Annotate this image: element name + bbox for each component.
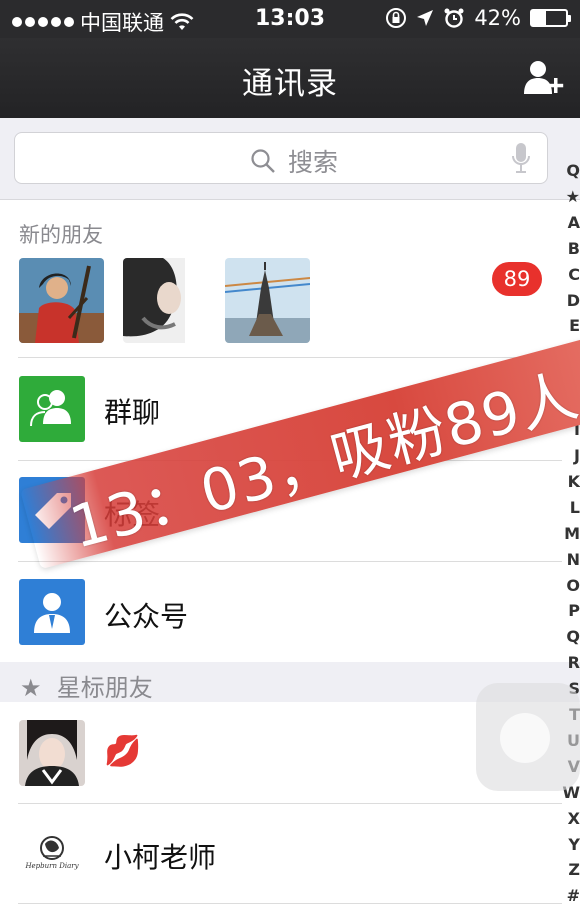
official-account-icon — [19, 579, 85, 645]
divider — [18, 357, 562, 358]
starred-label-text: 星标朋友 — [56, 674, 153, 702]
assistive-touch-button[interactable] — [476, 683, 580, 791]
index-letter[interactable]: # — [567, 883, 580, 906]
overlay-banner-text: 13：03，吸粉89人 — [63, 360, 580, 562]
status-right: 42% — [385, 6, 571, 30]
status-bar: 中国联通 13:03 42% — [0, 0, 580, 38]
index-letter[interactable]: E — [569, 313, 580, 339]
index-letter[interactable]: J — [574, 443, 580, 469]
contact-avatar — [19, 720, 85, 786]
new-friend-avatar[interactable] — [225, 258, 310, 343]
new-friend-avatar[interactable] — [19, 258, 104, 343]
index-letter[interactable]: R — [568, 650, 580, 676]
index-letter[interactable]: Q — [566, 158, 580, 184]
battery-level — [532, 11, 547, 25]
star-icon: ★ — [20, 674, 42, 702]
contact-name: 💋 — [104, 734, 142, 769]
index-letter[interactable]: ★ — [566, 184, 580, 210]
overlay-banner: 13：03，吸粉89人 — [20, 324, 580, 570]
menu-label-official-accounts: 公众号 — [104, 600, 189, 633]
page-title: 通讯录 — [242, 66, 338, 102]
search-placeholder: 搜索 — [250, 143, 338, 179]
divider — [18, 903, 562, 904]
contact-name: 小柯老师 — [104, 841, 217, 874]
new-friends-count-badge: 89 — [492, 262, 542, 296]
location-icon — [417, 10, 434, 26]
menu-label-group-chat: 群聊 — [104, 396, 161, 429]
index-letter[interactable]: N — [567, 547, 580, 573]
search-icon — [251, 149, 275, 173]
index-letter[interactable]: K — [568, 469, 580, 495]
rotation-lock-icon — [386, 8, 407, 28]
divider — [18, 561, 562, 562]
index-letter[interactable]: D — [567, 288, 580, 314]
alphabet-index[interactable]: Q★ABCDEFGHIJKLMNOPQRSTUVWXYZ# — [562, 158, 580, 906]
battery-icon — [530, 9, 571, 27]
battery-percent: 42% — [474, 6, 521, 30]
alarm-icon — [444, 8, 464, 28]
new-friends-label: 新的朋友 — [19, 223, 103, 247]
add-friend-button[interactable] — [522, 58, 566, 98]
search-area: 搜索 — [0, 118, 580, 200]
index-letter[interactable]: M — [564, 521, 580, 547]
contact-avatar: Hepburn Diary — [19, 822, 85, 888]
group-chat-icon — [19, 376, 85, 442]
index-letter[interactable]: C — [568, 262, 580, 288]
search-placeholder-text: 搜索 — [288, 148, 339, 177]
index-letter[interactable]: Z — [568, 857, 580, 883]
index-letter[interactable]: X — [568, 806, 580, 832]
index-letter[interactable]: O — [566, 573, 580, 599]
new-friend-avatar[interactable] — [123, 258, 208, 343]
index-letter[interactable]: L — [570, 495, 580, 521]
index-letter[interactable]: Y — [568, 832, 580, 858]
divider — [18, 803, 562, 804]
search-input[interactable]: 搜索 — [14, 132, 548, 184]
navigation-bar: 通讯录 — [0, 38, 580, 118]
index-letter[interactable]: P — [568, 598, 580, 624]
index-letter[interactable]: B — [568, 236, 580, 262]
avatar-logo-text: Hepburn Diary — [25, 862, 79, 870]
microphone-icon[interactable] — [511, 142, 531, 174]
index-letter[interactable]: A — [568, 210, 580, 236]
starred-section-label: ★ 星标朋友 — [20, 668, 153, 703]
index-letter[interactable]: Q — [566, 624, 580, 650]
